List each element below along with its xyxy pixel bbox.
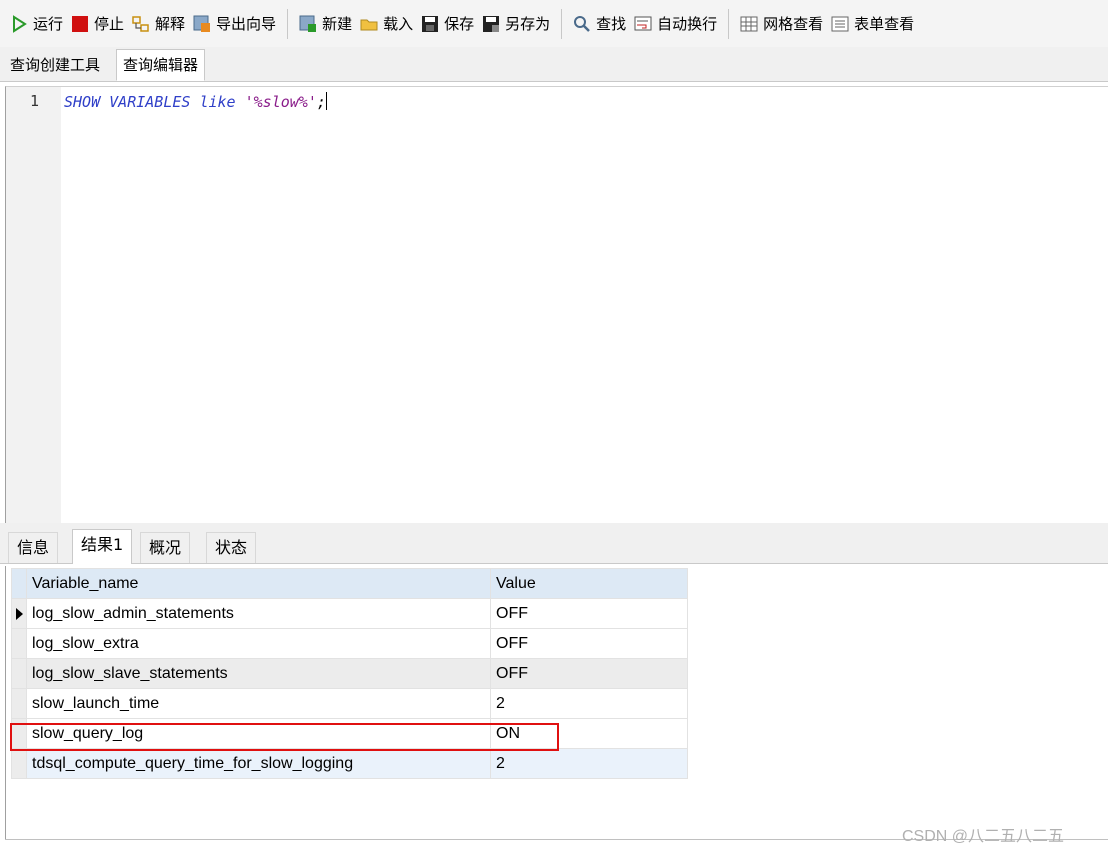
editor-tab-bar: 查询创建工具 查询编辑器 <box>0 47 1108 82</box>
new-label: 新建 <box>322 15 353 33</box>
stop-icon <box>71 15 89 33</box>
grid-view-label: 网格查看 <box>763 15 824 33</box>
toolbar-separator <box>561 8 563 39</box>
new-button[interactable]: 新建 <box>295 8 356 40</box>
explain-label: 解释 <box>155 15 186 33</box>
save-button[interactable]: 保存 <box>417 8 478 40</box>
line-gutter: 1 <box>6 87 61 523</box>
grid-header-row: Variable_name Value <box>11 568 688 599</box>
tab-query-editor[interactable]: 查询编辑器 <box>116 49 206 81</box>
form-icon <box>831 15 849 33</box>
play-icon <box>10 14 28 33</box>
sql-terminator: ; <box>316 93 326 111</box>
export-wizard-button[interactable]: 导出向导 <box>189 8 280 40</box>
grid-icon <box>740 15 758 33</box>
explain-button[interactable]: 解释 <box>128 8 189 40</box>
word-wrap-icon <box>634 15 652 33</box>
cell-value[interactable]: 2 <box>490 688 688 719</box>
table-row[interactable]: log_slow_slave_statements OFF <box>11 658 688 689</box>
save-as-button[interactable]: 另存为 <box>478 8 554 40</box>
find-button[interactable]: 查找 <box>569 8 630 40</box>
cell-variable-name[interactable]: slow_launch_time <box>26 688 491 719</box>
sql-editor[interactable]: 1 SHOW VARIABLES like '%slow%'; <box>5 86 1108 523</box>
form-view-label: 表单查看 <box>854 15 915 33</box>
save-as-icon <box>482 15 500 33</box>
row-indicator-header <box>11 568 27 599</box>
save-icon <box>421 15 439 33</box>
run-label: 运行 <box>33 15 64 33</box>
grid-view-button[interactable]: 网格查看 <box>736 8 827 40</box>
table-row[interactable]: slow_launch_time 2 <box>11 688 688 719</box>
toolbar-separator <box>287 8 289 39</box>
table-row[interactable]: log_slow_extra OFF <box>11 628 688 659</box>
folder-open-icon <box>360 15 378 33</box>
column-header-variable-name[interactable]: Variable_name <box>26 568 491 599</box>
export-wizard-label: 导出向导 <box>216 15 277 33</box>
row-indicator <box>11 748 27 779</box>
stop-label: 停止 <box>94 15 125 33</box>
cell-value[interactable]: 2 <box>490 748 688 779</box>
tab-profile[interactable]: 概况 <box>140 532 191 563</box>
save-label: 保存 <box>444 15 475 33</box>
toolbar: 运行 停止 解释 导出向导 新建 载入 保存 另存为 查找 自动换行 网格查看 … <box>0 0 1108 48</box>
table-row[interactable]: log_slow_admin_statements OFF <box>11 598 688 629</box>
stop-button[interactable]: 停止 <box>67 8 128 40</box>
word-wrap-button[interactable]: 自动换行 <box>630 8 721 40</box>
row-indicator <box>11 658 27 689</box>
cell-variable-name[interactable]: log_slow_extra <box>26 628 491 659</box>
toolbar-separator <box>728 8 730 39</box>
tab-result-1[interactable]: 结果1 <box>72 529 133 564</box>
text-caret <box>325 92 327 110</box>
load-label: 载入 <box>383 15 414 33</box>
tab-status[interactable]: 状态 <box>206 532 257 563</box>
export-icon <box>193 15 211 33</box>
cell-value[interactable]: OFF <box>490 598 688 629</box>
watermark: CSDN @八二五八二五 <box>902 828 1065 845</box>
code-line[interactable]: SHOW VARIABLES like '%slow%'; <box>64 92 327 111</box>
word-wrap-label: 自动换行 <box>657 15 718 33</box>
explain-icon <box>132 15 150 33</box>
tab-info[interactable]: 信息 <box>8 532 59 563</box>
find-label: 查找 <box>596 15 627 33</box>
search-icon <box>573 15 591 33</box>
load-button[interactable]: 载入 <box>356 8 417 40</box>
new-query-icon <box>299 15 317 33</box>
annotation-highlight-box <box>10 723 559 751</box>
row-indicator <box>11 628 27 659</box>
run-button[interactable]: 运行 <box>6 8 67 40</box>
sql-keyword: SHOW VARIABLES like <box>64 93 245 111</box>
cell-variable-name[interactable]: tdsql_compute_query_time_for_slow_loggin… <box>26 748 491 779</box>
row-indicator <box>11 598 27 629</box>
sql-string: '%slow%' <box>244 93 317 111</box>
tab-query-builder[interactable]: 查询创建工具 <box>4 50 106 80</box>
cell-variable-name[interactable]: log_slow_slave_statements <box>26 658 491 689</box>
result-grid-area: Variable_name Value log_slow_admin_state… <box>5 566 1108 839</box>
cell-value[interactable]: OFF <box>490 658 688 689</box>
result-tab-bar: 信息 结果1 概况 状态 <box>0 523 1108 564</box>
table-row[interactable]: tdsql_compute_query_time_for_slow_loggin… <box>11 748 688 779</box>
save-as-label: 另存为 <box>505 15 551 33</box>
current-row-arrow-icon <box>16 607 23 620</box>
form-view-button[interactable]: 表单查看 <box>827 8 918 40</box>
cell-variable-name[interactable]: log_slow_admin_statements <box>26 598 491 629</box>
row-indicator <box>11 688 27 719</box>
cell-value[interactable]: OFF <box>490 628 688 659</box>
column-header-value[interactable]: Value <box>490 568 688 599</box>
line-number: 1 <box>30 92 40 110</box>
